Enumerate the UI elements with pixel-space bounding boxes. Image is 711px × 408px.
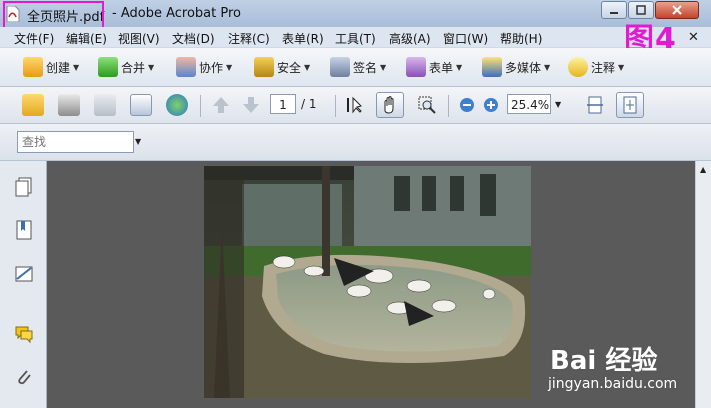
forms-button[interactable]: 表单 ▼ [406,57,462,77]
menu-tools[interactable]: 工具(T) [335,30,376,47]
toolbar-divider [335,95,336,117]
combine-button[interactable]: 合并 ▼ [98,57,154,77]
select-cursor-icon[interactable] [343,94,365,116]
app-name: Adobe Acrobat Pro [120,6,241,21]
chevron-down-icon: ▼ [618,62,625,72]
title-separator: - [112,6,121,21]
open-folder-icon[interactable] [22,94,44,116]
comment-button[interactable]: 注释 ▼ [568,57,624,77]
fit-page-button[interactable] [616,92,644,118]
menu-help[interactable]: 帮助(H) [500,30,542,47]
forms-label: 表单 [429,60,454,75]
comments-icon[interactable] [14,323,34,345]
title-bar: 全页照片.pdf - Adobe Acrobat Pro [0,0,711,29]
combine-files-icon [98,57,118,77]
chevron-down-icon: ▼ [148,62,155,72]
menu-view[interactable]: 视图(V) [118,30,160,47]
file-toolbar: 1 / 1 25.4% ▼ [0,87,711,124]
menu-bar: 文件(F) 编辑(E) 视图(V) 文档(D) 注释(C) 表单(R) 工具(T… [0,27,711,47]
collaborate-icon [176,57,196,77]
chevron-down-icon: ▼ [304,62,311,72]
fit-width-icon[interactable] [584,94,606,116]
bookmarks-icon[interactable] [14,219,34,241]
create-label: 创建 [46,60,71,75]
pen-icon [330,57,350,77]
find-toolbar: ▼ [0,124,711,161]
find-input[interactable] [17,131,134,153]
next-page-icon[interactable] [240,94,262,116]
multimedia-label: 多媒体 [505,60,542,75]
multimedia-button[interactable]: 多媒体 ▼ [482,57,550,77]
multimedia-icon [482,57,502,77]
print-icon[interactable] [58,94,80,116]
navigation-panel [0,161,47,408]
chevron-down-icon: ▼ [226,62,233,72]
page-count: / 1 [301,97,317,111]
chevron-down-icon: ▼ [456,62,463,72]
watermark-url: jingyan.baidu.com [548,376,678,392]
sign-button[interactable]: 签名 ▼ [330,57,386,77]
tasks-toolbar: 创建 ▼ 合并 ▼ 协作 ▼ 安全 ▼ 签名 ▼ 表单 ▼ 多媒体 ▼ 注释 ▼ [0,48,711,87]
hand-icon [384,96,394,114]
window-app-name: - Adobe Acrobat Pro [112,6,241,21]
combine-label: 合并 [121,60,146,75]
menu-comment[interactable]: 注释(C) [228,30,270,47]
form-icon [406,57,426,77]
scroll-up-icon[interactable]: ▲ [700,165,706,174]
bird-pond-photo [204,166,531,398]
chevron-down-icon: ▼ [544,62,551,72]
menu-window[interactable]: 窗口(W) [443,30,488,47]
fit-page-icon [623,96,637,114]
zoom-in-icon[interactable] [480,94,502,116]
chevron-down-icon[interactable]: ▼ [555,100,561,109]
chevron-down-icon[interactable]: ▼ [135,137,141,146]
page-number-input[interactable]: 1 [270,94,296,114]
secure-button[interactable]: 安全 ▼ [254,57,310,77]
zoom-level-input[interactable]: 25.4% [507,94,551,114]
menu-document[interactable]: 文档(D) [172,30,215,47]
menu-forms[interactable]: 表单(R) [282,30,324,47]
lock-icon [254,57,274,77]
menu-edit[interactable]: 编辑(E) [66,30,107,47]
create-button[interactable]: 创建 ▼ [23,57,79,77]
email-icon[interactable] [130,94,152,116]
create-pdf-icon [23,57,43,77]
watermark-brand: Bai 经验 [550,346,658,376]
collaborate-button[interactable]: 协作 ▼ [176,57,232,77]
highlight-box [3,1,104,29]
document-close-icon[interactable]: ✕ [688,30,699,45]
previous-page-icon[interactable] [210,94,232,116]
chevron-down-icon: ▼ [73,62,80,72]
secure-label: 安全 [277,60,302,75]
hand-tool-button[interactable] [376,92,404,118]
signatures-icon[interactable] [14,263,34,285]
collaborate-label: 协作 [199,60,224,75]
toolbar-divider [200,95,201,117]
comment-label: 注释 [591,60,616,75]
vertical-scrollbar[interactable]: ▲ [695,161,711,408]
chevron-down-icon: ▼ [380,62,387,72]
page-photo [204,166,531,398]
menu-file[interactable]: 文件(F) [14,30,54,47]
web-globe-icon[interactable] [166,94,188,116]
save-icon[interactable] [94,94,116,116]
minimize-icon [610,12,618,14]
sign-label: 签名 [353,60,378,75]
zoom-out-icon[interactable] [456,94,478,116]
pages-icon[interactable] [14,176,34,198]
marquee-zoom-icon[interactable] [416,94,438,116]
attachments-icon[interactable] [14,366,34,388]
menu-advanced[interactable]: 高级(A) [389,30,431,47]
toolbar-divider [448,95,449,117]
comment-bubble-icon [568,57,588,77]
